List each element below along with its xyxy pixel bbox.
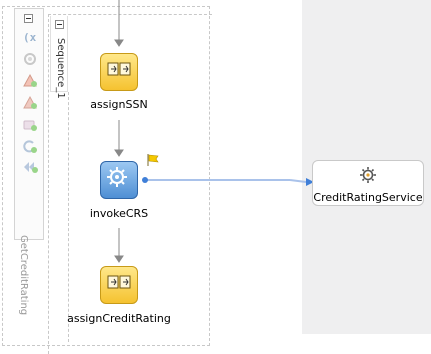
assign-ssn-label: assignSSN	[90, 98, 148, 111]
assign-ssn-activity[interactable]	[100, 53, 138, 91]
bpel-design-canvas[interactable]: (x) GetCreditRating	[0, 0, 431, 354]
connector-top-arrow	[114, 39, 124, 47]
partner-wire	[142, 177, 314, 186]
invoke-crs-label: invokeCRS	[89, 207, 149, 220]
credit-rating-service-label: CreditRatingService	[313, 191, 423, 204]
credit-rating-service-partner-link[interactable]: CreditRatingService	[312, 160, 424, 206]
connector-assignssn-invoke-arrow	[114, 149, 124, 157]
assign-credit-rating-label: assignCreditRating	[67, 312, 171, 325]
assign-icon	[107, 275, 131, 289]
connector-invoke-assigncredit-arrow	[114, 255, 124, 263]
assign-credit-rating-activity[interactable]	[100, 266, 138, 304]
flag-icon[interactable]	[146, 153, 160, 167]
gear-icon	[107, 167, 127, 187]
assign-icon	[107, 62, 131, 76]
service-gear-icon	[360, 167, 376, 183]
invoke-crs-activity[interactable]	[100, 161, 138, 199]
